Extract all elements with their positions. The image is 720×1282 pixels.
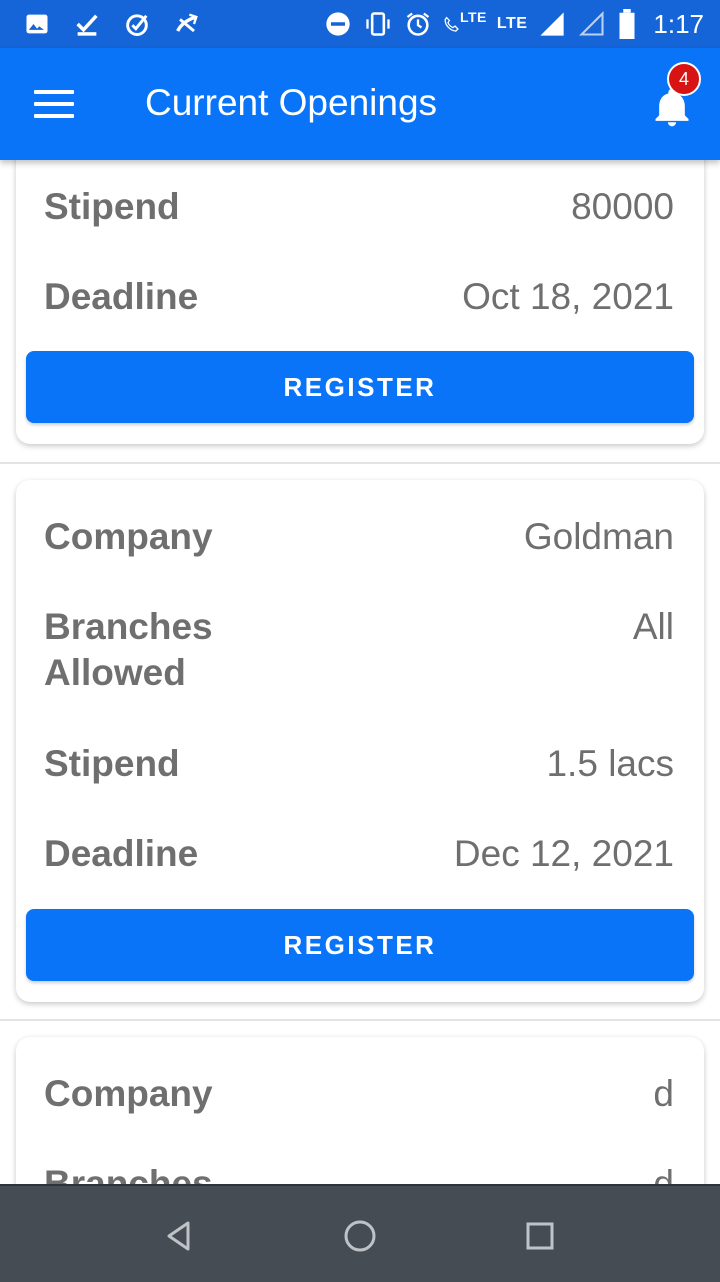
check-circle-icon <box>122 9 152 39</box>
field-value-company: d <box>653 1073 674 1114</box>
signal-empty-icon <box>577 9 607 39</box>
opening-card: Company d Branches d <box>16 1037 704 1184</box>
back-icon[interactable] <box>160 1216 200 1256</box>
field-label-deadline: Deadline <box>44 833 199 874</box>
navigation-bar <box>0 1184 720 1282</box>
dnd-icon <box>323 9 353 39</box>
status-bar: LTE LTE 1:17 <box>0 0 720 48</box>
vibrate-icon <box>363 9 393 39</box>
opening-card: Stipend 80000 Deadline Oct 18, 2021 REGI… <box>16 160 704 444</box>
lte-label: LTE <box>496 15 528 32</box>
home-icon[interactable] <box>340 1216 380 1256</box>
field-value-deadline: Oct 18, 2021 <box>462 276 674 317</box>
gallery-icon <box>22 9 52 39</box>
signal-icon <box>537 9 567 39</box>
register-button[interactable]: REGISTER <box>26 909 694 981</box>
opening-card: Company Goldman Branches Allowed All Sti… <box>16 480 704 1002</box>
field-value-stipend: 80000 <box>571 186 674 227</box>
page-title: Current Openings <box>145 82 438 123</box>
menu-icon[interactable] <box>34 86 78 122</box>
field-label-deadline: Deadline <box>44 276 199 317</box>
notification-badge: 4 <box>667 62 701 96</box>
check-icon <box>72 9 102 39</box>
battery-icon <box>617 9 637 39</box>
field-value-stipend: 1.5 lacs <box>546 743 674 784</box>
openings-list[interactable]: Stipend 80000 Deadline Oct 18, 2021 REGI… <box>0 160 720 1184</box>
field-label-company: Company <box>44 516 213 557</box>
missed-call-icon <box>172 9 202 39</box>
field-label-stipend: Stipend <box>44 743 180 784</box>
field-label-branches: Branches Allowed <box>44 606 213 693</box>
field-value-branches: d <box>653 1163 674 1184</box>
lte-label: LTE <box>459 9 487 25</box>
register-button[interactable]: REGISTER <box>26 351 694 423</box>
field-label-company: Company <box>44 1073 213 1114</box>
alarm-icon <box>403 9 433 39</box>
field-value-branches: All <box>632 606 674 647</box>
divider <box>0 462 720 464</box>
app-bar: Current Openings <box>0 48 720 160</box>
recents-icon[interactable] <box>520 1216 560 1256</box>
field-label-branches: Branches <box>44 1163 213 1184</box>
field-label-stipend: Stipend <box>44 186 180 227</box>
field-value-company: Goldman <box>523 516 674 557</box>
status-time: 1:17 <box>653 8 704 39</box>
field-value-deadline: Dec 12, 2021 <box>453 833 674 874</box>
divider <box>0 1019 720 1021</box>
call-lte-icon: LTE <box>443 9 487 39</box>
